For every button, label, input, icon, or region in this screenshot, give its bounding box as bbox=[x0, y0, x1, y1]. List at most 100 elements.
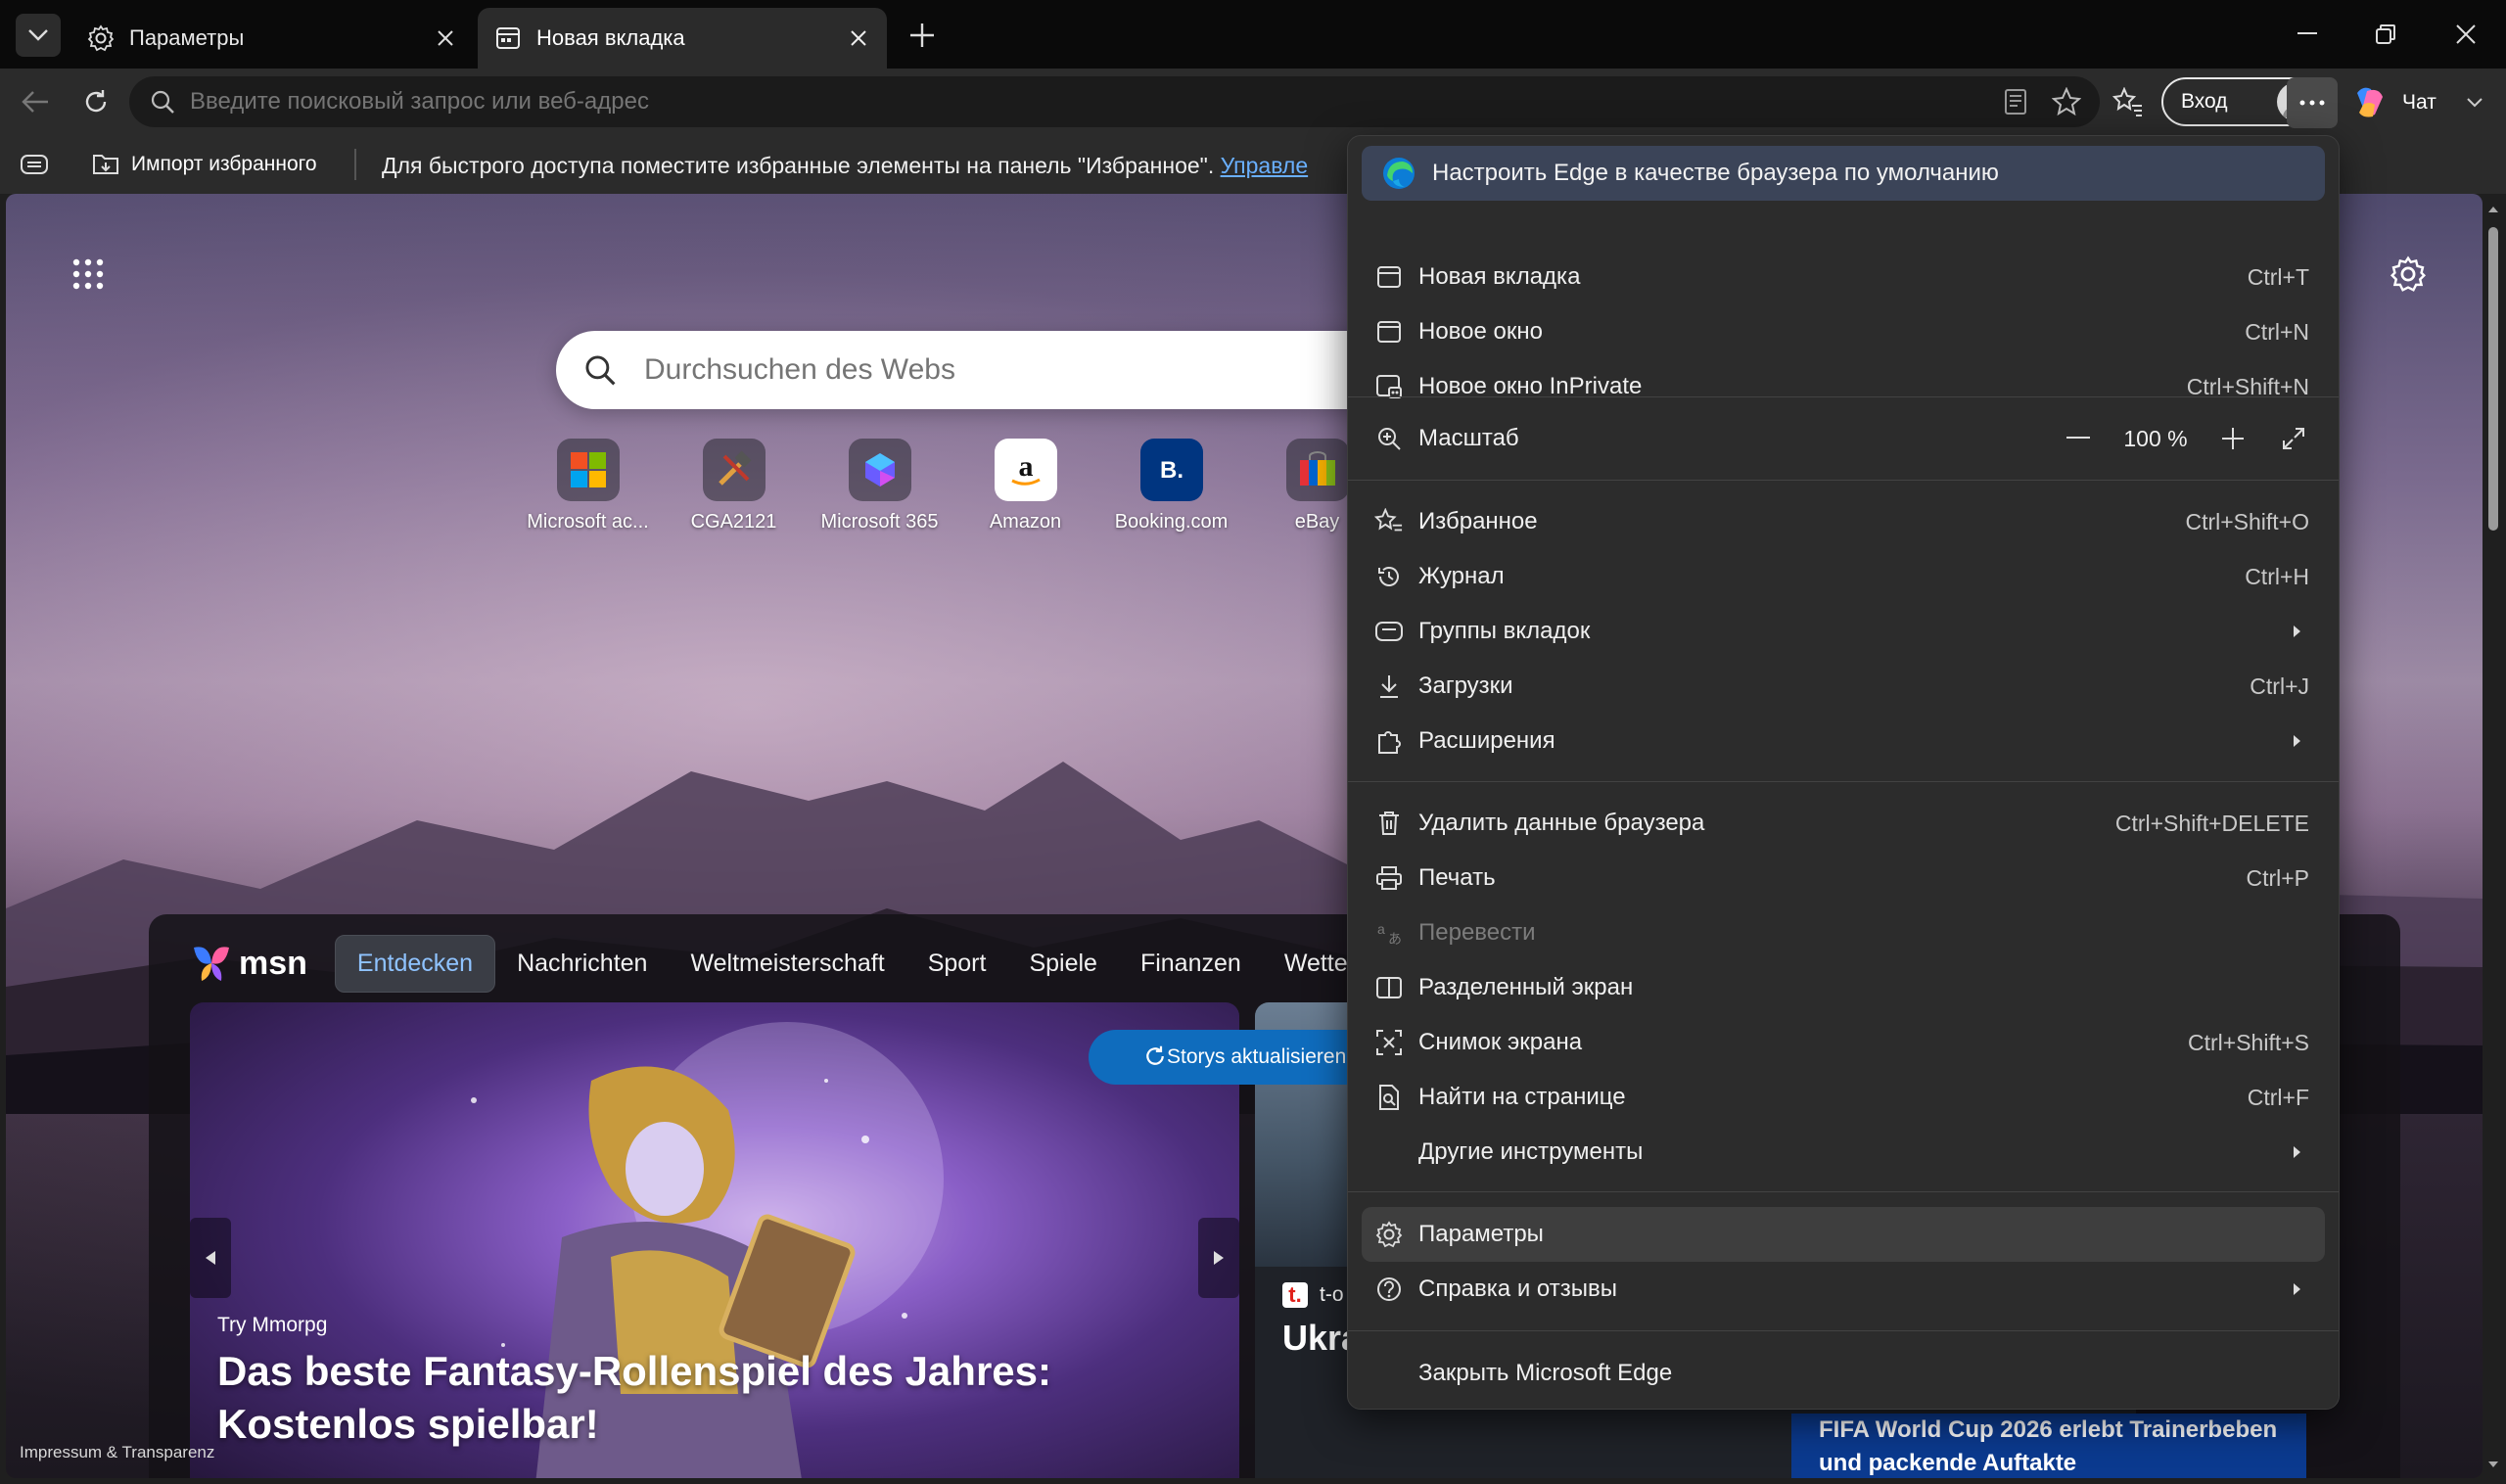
tools-icon bbox=[702, 439, 766, 501]
triangle-right-icon bbox=[1214, 1251, 1224, 1265]
find-icon bbox=[1368, 1084, 1411, 1111]
svg-text:a: a bbox=[1377, 921, 1385, 937]
fullscreen-button[interactable] bbox=[2274, 419, 2313, 458]
quicklink-cga2121[interactable]: CGA2121 bbox=[661, 439, 807, 533]
hero-title[interactable]: Das beste Fantasy-Rollenspiel des Jahres… bbox=[217, 1345, 1196, 1451]
zoom-in-button[interactable] bbox=[2213, 419, 2252, 458]
back-button[interactable] bbox=[10, 76, 61, 127]
address-input[interactable] bbox=[190, 88, 1990, 116]
page-settings-button[interactable] bbox=[2379, 245, 2437, 303]
fifa-news-card[interactable]: FIFA World Cup 2026 erlebt Trainerbeben … bbox=[1791, 1414, 2306, 1478]
apps-launcher-button[interactable] bbox=[63, 249, 114, 300]
chevron-down-icon bbox=[28, 29, 48, 41]
import-favorites-button[interactable]: Импорт избранного bbox=[92, 145, 317, 184]
quicklink-booking[interactable]: B. Booking.com bbox=[1098, 439, 1244, 533]
menu-divider bbox=[1348, 1191, 2339, 1192]
navigation-toolbar: Вход Чат bbox=[0, 69, 2506, 135]
submenu-arrow-icon bbox=[2294, 735, 2300, 747]
menu-favorites[interactable]: Избранное Ctrl+Shift+O bbox=[1362, 494, 2325, 549]
carousel-next-button[interactable] bbox=[1198, 1218, 1239, 1298]
import-folder-icon bbox=[93, 155, 118, 174]
minimize-button[interactable] bbox=[2273, 10, 2342, 59]
address-bar[interactable] bbox=[129, 76, 2100, 127]
quicklink-microsoft-account[interactable]: Microsoft ac... bbox=[515, 439, 661, 533]
zoom-icon bbox=[1368, 426, 1411, 451]
msn-tab-weltmeisterschaft[interactable]: Weltmeisterschaft bbox=[669, 936, 905, 992]
copilot-chat-button[interactable]: Чат bbox=[2349, 77, 2506, 128]
print-icon bbox=[1368, 865, 1411, 891]
newtab-page-icon bbox=[493, 23, 523, 53]
menu-settings[interactable]: Параметры bbox=[1362, 1207, 2325, 1262]
menu-extensions[interactable]: Расширения bbox=[1362, 714, 2325, 768]
signin-label: Вход bbox=[2181, 90, 2228, 113]
menu-divider bbox=[1348, 1330, 2339, 1331]
scroll-down-icon[interactable] bbox=[2487, 1459, 2499, 1470]
msn-logo[interactable]: msn bbox=[190, 942, 307, 985]
tab-settings[interactable]: Параметры bbox=[70, 8, 474, 69]
favorites-button[interactable] bbox=[2103, 76, 2154, 127]
restore-icon bbox=[2376, 24, 2395, 44]
zoom-controls: 100 % bbox=[2059, 419, 2313, 458]
menu-divider bbox=[1348, 396, 2339, 397]
close-tab-icon[interactable] bbox=[844, 23, 873, 53]
close-icon bbox=[2456, 24, 2476, 44]
more-dots-icon bbox=[2299, 100, 2325, 106]
refresh-button[interactable] bbox=[70, 76, 121, 127]
quicklink-amazon[interactable]: a Amazon bbox=[952, 439, 1098, 533]
menu-help-feedback[interactable]: Справка и отзывы bbox=[1362, 1262, 2325, 1317]
favorites-bar-hint: Для быстрого доступа поместите избранные… bbox=[382, 153, 1309, 178]
submenu-arrow-icon bbox=[2294, 1146, 2300, 1158]
close-tab-icon[interactable] bbox=[431, 23, 460, 53]
new-tab-button[interactable] bbox=[901, 14, 944, 57]
msn-tab-entdecken[interactable]: Entdecken bbox=[334, 934, 496, 993]
msn-tab-spiele[interactable]: Spiele bbox=[1007, 936, 1119, 992]
msn-tab-sport[interactable]: Sport bbox=[906, 936, 1008, 992]
tab-title: Новая вкладка bbox=[536, 25, 685, 50]
close-window-button[interactable] bbox=[2432, 10, 2500, 59]
menu-new-inprivate-window[interactable]: Новое окно InPrivate Ctrl+Shift+N bbox=[1362, 359, 2325, 414]
add-favorite-star-icon[interactable] bbox=[2041, 76, 2092, 127]
menu-new-tab[interactable]: Новая вкладка Ctrl+T bbox=[1362, 250, 2325, 304]
menu-more-tools[interactable]: Другие инструменты bbox=[1362, 1125, 2325, 1180]
menu-history[interactable]: Журнал Ctrl+H bbox=[1362, 549, 2325, 604]
collections-icon[interactable] bbox=[18, 149, 51, 180]
menu-clear-browsing-data[interactable]: Удалить данные браузера Ctrl+Shift+DELET… bbox=[1362, 796, 2325, 851]
msn-butterfly-icon bbox=[194, 947, 229, 981]
restore-button[interactable] bbox=[2351, 10, 2420, 59]
set-default-browser-item[interactable]: Настроить Edge в качестве браузера по ум… bbox=[1362, 146, 2325, 201]
menu-find-on-page[interactable]: Найти на странице Ctrl+F bbox=[1362, 1070, 2325, 1125]
menu-downloads[interactable]: Загрузки Ctrl+J bbox=[1362, 659, 2325, 714]
menu-split-screen[interactable]: Разделенный экран bbox=[1362, 960, 2325, 1015]
split-screen-icon bbox=[1368, 976, 1411, 999]
menu-new-window[interactable]: Новое окно Ctrl+N bbox=[1362, 304, 2325, 359]
tab-new-tab[interactable]: Новая вкладка bbox=[478, 8, 887, 69]
tab-actions-button[interactable] bbox=[16, 14, 61, 57]
manage-favorites-link[interactable]: Управле bbox=[1221, 153, 1309, 178]
carousel-prev-button[interactable] bbox=[190, 1218, 231, 1298]
menu-screenshot[interactable]: Снимок экрана Ctrl+Shift+S bbox=[1362, 1015, 2325, 1070]
ebay-bag-icon bbox=[1285, 439, 1349, 501]
submenu-arrow-icon bbox=[2294, 626, 2300, 637]
m365-logo-icon bbox=[848, 439, 911, 501]
chevron-down-icon[interactable] bbox=[2466, 97, 2483, 109]
msn-tab-nachrichten[interactable]: Nachrichten bbox=[495, 936, 669, 992]
page-scrollbar[interactable] bbox=[2484, 198, 2502, 1476]
quicklink-microsoft-365[interactable]: Microsoft 365 bbox=[807, 439, 952, 533]
scrollbar-thumb[interactable] bbox=[2488, 227, 2498, 531]
msn-tab-finanzen[interactable]: Finanzen bbox=[1119, 936, 1263, 992]
impressum-link[interactable]: Impressum & Transparenz bbox=[20, 1443, 214, 1462]
settings-and-more-menu: Настроить Edge в качестве браузера по ум… bbox=[1347, 135, 2340, 1410]
news-source: t. t-o bbox=[1282, 1282, 1344, 1308]
menu-tab-groups[interactable]: Группы вкладок bbox=[1362, 604, 2325, 659]
tab-groups-icon bbox=[1368, 621, 1411, 642]
hero-story-card[interactable]: Try Mmorpg Das beste Fantasy-Rollenspiel… bbox=[190, 1002, 1239, 1478]
translate-icon: aあ bbox=[1368, 920, 1411, 946]
scroll-up-icon[interactable] bbox=[2487, 204, 2499, 215]
copilot-label: Чат bbox=[2402, 91, 2436, 114]
zoom-out-button[interactable] bbox=[2059, 419, 2098, 458]
settings-and-more-button[interactable] bbox=[2287, 77, 2338, 128]
reading-view-icon[interactable] bbox=[1990, 76, 2041, 127]
gear-icon bbox=[2390, 255, 2427, 292]
menu-print[interactable]: Печать Ctrl+P bbox=[1362, 851, 2325, 905]
menu-close-edge[interactable]: Закрыть Microsoft Edge bbox=[1362, 1346, 2325, 1401]
